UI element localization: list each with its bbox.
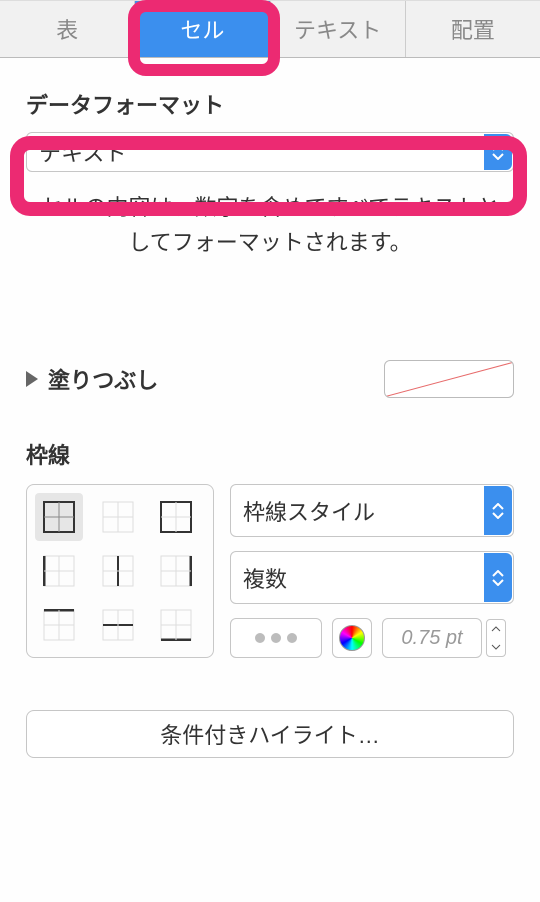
border-style-select[interactable]: 枠線スタイル (230, 484, 514, 537)
tab-text[interactable]: テキスト (271, 1, 406, 57)
no-fill-icon (384, 360, 514, 398)
border-inner[interactable] (94, 493, 142, 541)
border-bottom[interactable] (152, 601, 200, 649)
select-spinner-icon (484, 486, 512, 535)
tab-layout[interactable]: 配置 (406, 1, 540, 57)
inspector-tabs: 表 セル テキスト 配置 (0, 0, 540, 58)
border-top[interactable] (35, 601, 83, 649)
border-label: 枠線 (26, 438, 514, 470)
select-spinner-icon (484, 553, 512, 602)
tab-cell[interactable]: セル (135, 1, 270, 57)
conditional-highlight-label: 条件付きハイライト… (160, 718, 380, 750)
stepper-down-icon (491, 644, 501, 650)
data-format-value: テキスト (39, 136, 126, 168)
data-format-help: セルの内容は、数字を含めてすべてテキストとしてフォーマットされます。 (26, 190, 514, 260)
border-width-input[interactable]: 0.75 pt (382, 618, 482, 658)
data-format-label: データフォーマット (26, 88, 514, 120)
data-format-select[interactable]: テキスト (26, 132, 514, 172)
disclosure-triangle-icon (26, 371, 38, 387)
border-all[interactable] (35, 493, 83, 541)
border-outer[interactable] (152, 493, 200, 541)
stepper-up-icon (491, 626, 501, 632)
border-inner-vertical[interactable] (94, 547, 142, 595)
tab-table[interactable]: 表 (0, 1, 135, 57)
border-width-value: 0.75 pt (401, 627, 462, 650)
border-left[interactable] (35, 547, 83, 595)
fill-color-well[interactable] (384, 360, 514, 398)
border-width-stepper[interactable] (486, 619, 506, 657)
dot-icon (287, 633, 297, 643)
border-position-grid (26, 484, 214, 658)
border-count-select[interactable]: 複数 (230, 551, 514, 604)
border-style-preset[interactable] (230, 618, 322, 658)
border-style-value: 枠線スタイル (243, 495, 375, 527)
dot-icon (271, 633, 281, 643)
conditional-highlight-button[interactable]: 条件付きハイライト… (26, 710, 514, 758)
select-spinner-icon (484, 134, 512, 170)
inspector-content: データフォーマット テキスト セルの内容は、数字を含めてすべてテキストとしてフォ… (0, 58, 540, 758)
color-wheel-icon (339, 625, 365, 651)
border-right[interactable] (152, 547, 200, 595)
border-inner-horizontal[interactable] (94, 601, 142, 649)
fill-disclosure[interactable]: 塗りつぶし (26, 363, 158, 395)
fill-label: 塗りつぶし (48, 363, 158, 395)
border-count-value: 複数 (243, 562, 287, 594)
border-color-well[interactable] (332, 618, 372, 658)
dot-icon (255, 633, 265, 643)
